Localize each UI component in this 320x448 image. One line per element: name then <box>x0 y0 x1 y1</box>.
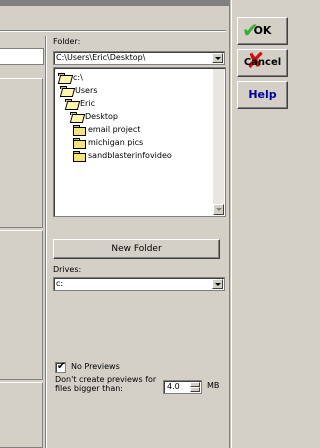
group-divider <box>0 30 226 32</box>
left-panel-upper <box>0 78 43 228</box>
open-folder-icon <box>70 111 82 121</box>
left-panel-middle <box>0 230 43 380</box>
spinner-buttons[interactable] <box>190 382 200 392</box>
folder-label: Folder: <box>53 37 81 46</box>
new-folder-button[interactable]: New Folder <box>53 239 220 259</box>
folder-icon <box>73 137 86 149</box>
preview-limit-label: Don't create previews for files bigger t… <box>55 375 157 393</box>
folder-path-text: C:\Users\Eric\Desktop\ <box>56 53 146 62</box>
tree-item-label: michigan pics <box>88 137 144 147</box>
tree-item-label: Eric <box>80 98 95 108</box>
tree-item-label: sandblasterinfovideo <box>88 150 172 160</box>
tree-item-sandblasterinfovideo[interactable]: sandblasterinfovideo <box>73 149 172 162</box>
scroll-down-arrow-icon[interactable] <box>213 204 224 215</box>
tree-item-label: Users <box>75 85 98 95</box>
help-button[interactable]: Help <box>237 81 288 109</box>
cancel-label: Cancel <box>243 57 282 68</box>
open-folder-icon <box>58 72 70 82</box>
tree-item-label: c:\ <box>73 72 83 82</box>
filename-field-fragment[interactable] <box>0 48 44 65</box>
folder-path-combo[interactable]: C:\Users\Eric\Desktop\ <box>53 51 225 65</box>
tree-item-root[interactable]: c:\ <box>58 71 83 83</box>
ok-button[interactable]: ✔ OK <box>237 17 288 45</box>
tree-item-michigan-pics[interactable]: michigan pics <box>73 136 144 149</box>
size-unit-label: MB <box>207 381 220 390</box>
cancel-button[interactable]: ✘ Cancel <box>237 49 288 77</box>
tree-scrollbar[interactable] <box>213 69 224 215</box>
section-divider <box>45 36 47 448</box>
help-label: Help <box>248 88 277 101</box>
chevron-down-icon[interactable] <box>212 53 223 63</box>
folder-icon <box>73 150 86 162</box>
tree-item-label: email project <box>88 124 141 134</box>
left-panel-lower <box>0 382 43 448</box>
open-folder-icon <box>65 98 77 108</box>
preview-size-value: 4.0 <box>167 382 180 391</box>
drives-combo[interactable]: c: <box>53 277 225 291</box>
no-previews-checkbox[interactable]: ✔ <box>55 361 66 373</box>
checkmark-icon: ✔ <box>57 361 66 372</box>
ok-label: OK <box>253 24 272 37</box>
open-folder-icon <box>60 85 72 95</box>
tree-item-label: Desktop <box>85 111 118 121</box>
title-bar-fragment <box>0 0 231 6</box>
tree-item-users[interactable]: Users <box>60 84 97 96</box>
tree-item-desktop[interactable]: Desktop <box>70 110 118 122</box>
chevron-down-icon[interactable] <box>212 279 223 289</box>
tree-item-email-project[interactable]: email project <box>73 123 141 136</box>
folder-icon <box>73 124 86 136</box>
drives-label: Drives: <box>53 265 82 274</box>
preview-size-spinner[interactable]: 4.0 <box>163 380 202 394</box>
tree-item-eric[interactable]: Eric <box>65 97 95 109</box>
drives-value: c: <box>56 279 64 288</box>
folder-tree[interactable]: c:\ Users Eric Desktop email project mic… <box>53 67 226 217</box>
spin-down-icon[interactable] <box>190 387 200 392</box>
no-previews-label: No Previews <box>71 362 120 371</box>
